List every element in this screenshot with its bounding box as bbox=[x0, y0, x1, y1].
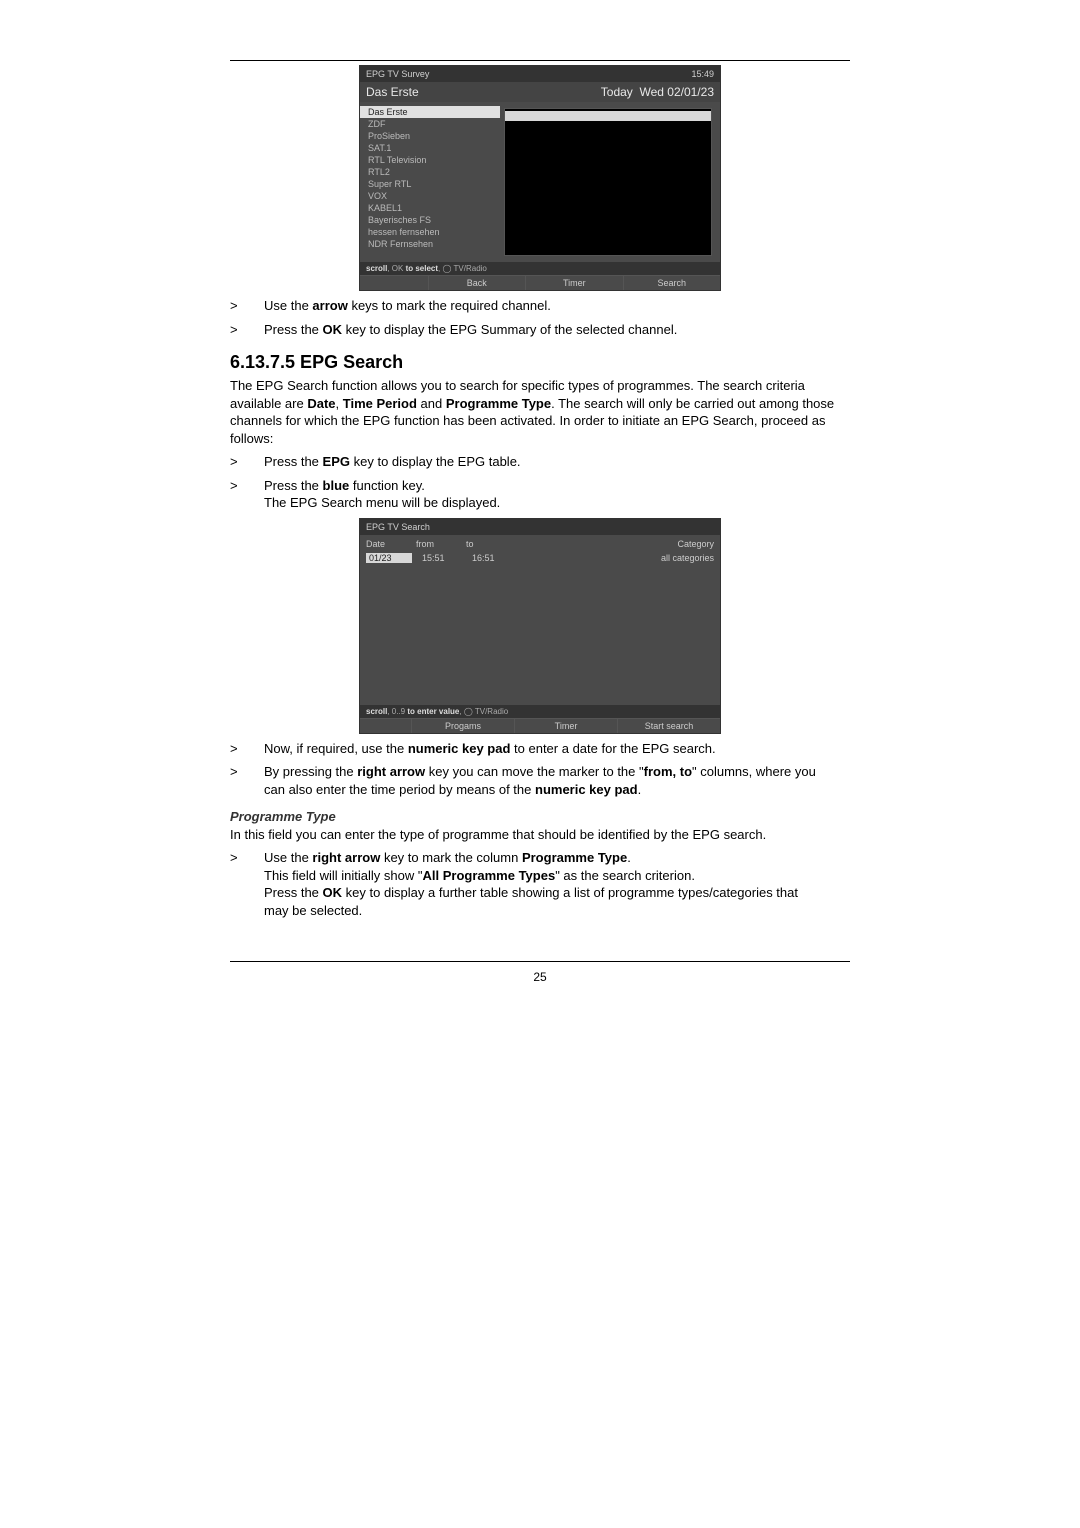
list-item: VOX bbox=[360, 190, 500, 202]
list-item: Bayerisches FS bbox=[360, 214, 500, 226]
fig1-btn-back: Back bbox=[428, 275, 525, 290]
paragraph: In this field you can enter the type of … bbox=[230, 826, 850, 844]
fig2-btn-timer: Timer bbox=[514, 718, 617, 733]
fig1-hint: scroll, OK to select, ◯ TV/Radio bbox=[360, 262, 720, 275]
fig1-time: 15:49 bbox=[691, 69, 714, 79]
epg-search-screenshot: EPG TV Search Date from to Category 01/2… bbox=[359, 518, 721, 734]
page-number: 25 bbox=[230, 970, 850, 984]
bottom-rule bbox=[230, 961, 850, 962]
fig2-buttons: Progams Timer Start search bbox=[360, 718, 720, 733]
fig2-hint: scroll, 0..9 to enter value, ◯ TV/Radio bbox=[360, 705, 720, 718]
fig1-today-date: Today Wed 02/01/23 bbox=[601, 85, 714, 99]
instruction: >Use the right arrow key to mark the col… bbox=[230, 849, 850, 919]
list-item: SAT.1 bbox=[360, 142, 500, 154]
list-item: Das Erste bbox=[360, 106, 500, 118]
epg-survey-screenshot: EPG TV Survey 15:49 Das Erste Today Wed … bbox=[359, 65, 721, 291]
fig1-channel: Das Erste bbox=[366, 85, 419, 99]
fig1-title: EPG TV Survey bbox=[366, 69, 429, 79]
document-page: EPG TV Survey 15:49 Das Erste Today Wed … bbox=[160, 0, 920, 1024]
fig1-buttons: Back Timer Search bbox=[360, 275, 720, 290]
instruction: >Use the arrow keys to mark the required… bbox=[230, 297, 850, 315]
fig2-body: Date from to Category 01/23 15:51 16:51 … bbox=[360, 535, 720, 705]
list-item: NDR Fernsehen bbox=[360, 238, 500, 250]
list-item: Super RTL bbox=[360, 178, 500, 190]
paragraph: The EPG Search function allows you to se… bbox=[230, 377, 850, 447]
list-item: hessen fernsehen bbox=[360, 226, 500, 238]
instruction: >Now, if required, use the numeric key p… bbox=[230, 740, 850, 758]
list-item: RTL Television bbox=[360, 154, 500, 166]
preview-band bbox=[505, 111, 711, 121]
instruction: >Press the EPG key to display the EPG ta… bbox=[230, 453, 850, 471]
fig1-btn-search: Search bbox=[623, 275, 720, 290]
list-item: RTL2 bbox=[360, 166, 500, 178]
instruction: >Press the blue function key.The EPG Sea… bbox=[230, 477, 850, 512]
section-heading: 6.13.7.5 EPG Search bbox=[230, 352, 850, 373]
fig2-title: EPG TV Search bbox=[366, 522, 430, 532]
fig1-body: Das Erste ZDF ProSieben SAT.1 RTL Televi… bbox=[360, 102, 720, 262]
fig2-btn-progams: Progams bbox=[411, 718, 514, 733]
programme-type-subhead: Programme Type bbox=[230, 809, 850, 824]
instruction: >By pressing the right arrow key you can… bbox=[230, 763, 850, 798]
fig1-header-row: Das Erste Today Wed 02/01/23 bbox=[360, 82, 720, 102]
fig2-values: 01/23 15:51 16:51 all categories bbox=[360, 553, 720, 567]
list-item: ZDF bbox=[360, 118, 500, 130]
fig1-titlebar: EPG TV Survey 15:49 bbox=[360, 66, 720, 82]
fig1-btn-timer: Timer bbox=[525, 275, 622, 290]
list-item: ProSieben bbox=[360, 130, 500, 142]
instruction: >Press the OK key to display the EPG Sum… bbox=[230, 321, 850, 339]
top-rule bbox=[230, 60, 850, 61]
fig2-titlebar: EPG TV Search bbox=[360, 519, 720, 535]
channel-list: Das Erste ZDF ProSieben SAT.1 RTL Televi… bbox=[360, 102, 500, 262]
preview-pane bbox=[504, 108, 712, 256]
fig2-headers: Date from to Category bbox=[360, 535, 720, 553]
fig2-btn-start: Start search bbox=[617, 718, 720, 733]
list-item: KABEL1 bbox=[360, 202, 500, 214]
